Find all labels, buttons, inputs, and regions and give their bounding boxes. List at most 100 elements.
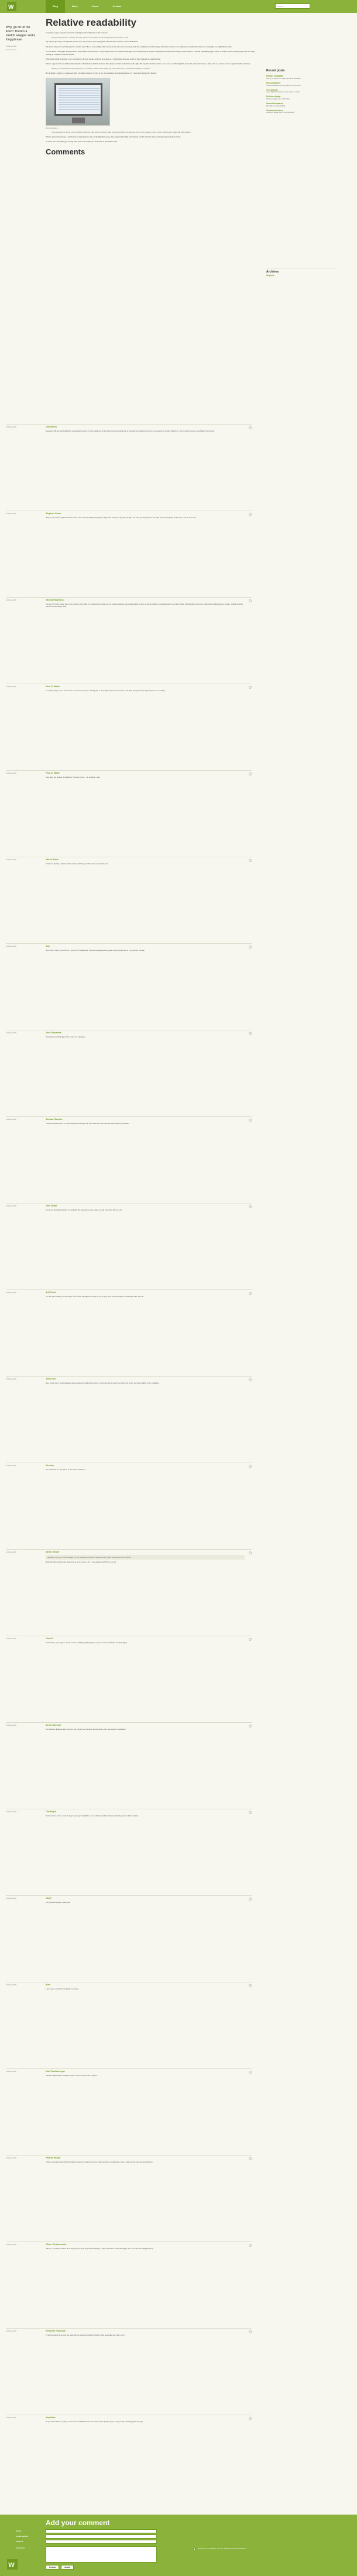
- recent-post-desc: Why go so big on text? Greg asked in the…: [266, 77, 301, 80]
- comment-author[interactable]: Joshua Clanton: [46, 1118, 245, 1122]
- comment-author[interactable]: Paul D. Waite: [46, 772, 245, 775]
- comment-body: Michael Majewski The idea of a fairly nat…: [46, 599, 245, 608]
- comment-body: Jeff Croft I've also been trending toward…: [46, 1291, 245, 1298]
- sidebar: Recent posts Relative readability Why go …: [266, 69, 337, 114]
- reply-icon[interactable]: [249, 2330, 252, 2333]
- submit-button[interactable]: Submit: [61, 2565, 74, 2570]
- comment-textarea[interactable]: [46, 2546, 157, 2563]
- svg-text:W: W: [8, 4, 14, 11]
- nav-work[interactable]: Work: [65, 0, 85, 13]
- comment-text: The idea of a fairly natural step is the…: [46, 602, 243, 608]
- preview-button[interactable]: Preview: [46, 2565, 60, 2570]
- comment-body: Stephen Caver Bang-on, the relative type …: [46, 512, 245, 519]
- comment-author[interactable]: Scott Johnson: [46, 1724, 245, 1727]
- comment-text: Ooh, okay, just thought of something. Fo…: [46, 775, 101, 778]
- reply-icon[interactable]: [249, 686, 252, 689]
- reply-icon[interactable]: [249, 1205, 252, 1208]
- reply-icon[interactable]: [249, 2071, 252, 2074]
- reply-icon[interactable]: [249, 2417, 252, 2420]
- comment-author[interactable]: Dan Rubin: [46, 426, 245, 429]
- comment-author[interactable]: Christoph: [46, 1811, 245, 1814]
- comment-author[interactable]: Redcliffe Rosedale: [46, 2330, 245, 2333]
- reply-icon[interactable]: [249, 1032, 252, 1035]
- search-input[interactable]: Search: [275, 4, 310, 9]
- comment-author[interactable]: Alex: [46, 1984, 245, 1987]
- reply-icon[interactable]: [249, 1984, 252, 1987]
- comment-blockquote: Although I love your recent redesign, I'…: [46, 1554, 245, 1560]
- reply-icon[interactable]: [249, 946, 252, 949]
- reply-icon[interactable]: [249, 1465, 252, 1468]
- comment-author[interactable]: Olly P: [46, 1897, 245, 1901]
- all-posts-link[interactable]: All posts: [266, 274, 274, 277]
- reply-icon[interactable]: [249, 426, 252, 429]
- comment-date: 23 August 2006: [6, 2330, 17, 2332]
- comment-date: 22 August 2006: [6, 2071, 17, 2072]
- comments-heading: Comments: [46, 147, 85, 157]
- comment-text: Nice write, Wilson, you just have a grea…: [46, 949, 145, 951]
- reply-icon[interactable]: [249, 1638, 252, 1641]
- post-paragraph: He included a picture of a supposed fiel…: [46, 71, 157, 74]
- nav-about[interactable]: About: [85, 0, 106, 13]
- comment-author[interactable]: Dave R.: [46, 1637, 245, 1641]
- recent-posts-heading: Recent posts: [266, 69, 285, 73]
- reply-icon[interactable]: [249, 1811, 252, 1814]
- comment-author[interactable]: Patrick Haney: [46, 2157, 245, 2160]
- comment-author[interactable]: Mephisto: [46, 2416, 245, 2420]
- comment-author[interactable]: Oliver Reichenstein: [46, 2243, 245, 2247]
- comment-author[interactable]: Tom Dolan: [46, 1205, 245, 1208]
- comment-text: Basically, that's why I'm only taken siz…: [46, 1561, 117, 1563]
- reply-icon[interactable]: [249, 1898, 252, 1901]
- nav-blog[interactable]: Blog: [46, 0, 65, 13]
- reply-icon[interactable]: [249, 773, 252, 775]
- comment-author[interactable]: Yan: [46, 945, 245, 949]
- comment-author[interactable]: Karl Funderberger: [46, 2070, 245, 2074]
- comment-author[interactable]: Michael Majewski: [46, 599, 245, 602]
- view-comments-link[interactable]: View comments: [6, 49, 36, 51]
- comment-body: Mister Minter Although I love your recent…: [46, 1551, 245, 1564]
- name-field[interactable]: [46, 2529, 157, 2533]
- comment-date: 22 August 2006: [6, 599, 17, 601]
- comment-date: 22 August 2006: [6, 426, 17, 428]
- reply-icon[interactable]: [249, 1378, 252, 1381]
- comment-date: 22 August 2006: [6, 1811, 17, 1813]
- comment-author[interactable]: Jeff Croft: [46, 1378, 245, 1381]
- reply-icon[interactable]: [249, 1292, 252, 1295]
- comment-list: 22 August 2006 Dan Rubin Awesome. This has…: [6, 424, 252, 2501]
- website-field[interactable]: [46, 2540, 157, 2544]
- reply-icon[interactable]: [249, 513, 252, 516]
- comment-author[interactable]: Jason Robb: [46, 858, 245, 862]
- site-logo[interactable]: W: [7, 2, 16, 11]
- comment-date: 23 August 2006: [6, 2417, 17, 2419]
- nav-contact[interactable]: Contact: [105, 0, 128, 13]
- comment: 22 August 2006 Jeff Croft I've also been t…: [6, 1289, 252, 1376]
- comment-body: Jeff Croft Also, in the case of actual si…: [46, 1378, 245, 1384]
- comment-date: 22 August 2006: [6, 2244, 17, 2246]
- comment-text: I'd been interested in the new big, espe…: [46, 2333, 125, 2336]
- post: Relative readability Greg asked a good q…: [46, 17, 256, 160]
- comment: 22 August 2006 Dan Rubin Awesome. This has…: [6, 424, 252, 511]
- comment-body: Dave R. Sounds like a good thing to start…: [46, 1637, 245, 1644]
- comment-author[interactable]: Jeff Croft: [46, 1291, 245, 1295]
- post-paragraph: There's a great article by Oliver Reiche…: [46, 62, 251, 65]
- reply-icon[interactable]: [249, 1551, 252, 1554]
- recent-post-desc: Some small things make big differences t…: [266, 84, 301, 87]
- reply-icon[interactable]: [249, 599, 252, 602]
- remember-checkbox[interactable]: [193, 2548, 195, 2550]
- comment-author[interactable]: Gerreke: [46, 1464, 245, 1468]
- reply-icon[interactable]: [249, 1119, 252, 1122]
- post-quote: Why go to big on text? Could say the mai…: [52, 36, 129, 39]
- monitor-stand: [72, 117, 85, 123]
- comment-text: On most sites I have to zoom the page to…: [46, 1814, 139, 1817]
- comment-author[interactable]: Paul D. Waite: [46, 685, 245, 689]
- reply-icon[interactable]: [249, 2157, 252, 2160]
- reply-icon[interactable]: [249, 1725, 252, 1727]
- reply-icon[interactable]: [249, 2244, 252, 2247]
- reply-icon[interactable]: [249, 859, 252, 862]
- comment-author[interactable]: Jose Espinosa: [46, 1032, 245, 1035]
- comment: 22 August 2006 Michael Majewski The idea o…: [6, 597, 252, 684]
- email-field[interactable]: [46, 2534, 157, 2539]
- comment-body: Scott Johnson I'm definitely liking the l…: [46, 1724, 245, 1730]
- comment: 22 August 2006 Patrick Haney That's a real…: [6, 2155, 252, 2242]
- comment-author[interactable]: Stephen Caver: [46, 512, 245, 516]
- comment-author[interactable]: Mister Minter: [46, 1551, 245, 1554]
